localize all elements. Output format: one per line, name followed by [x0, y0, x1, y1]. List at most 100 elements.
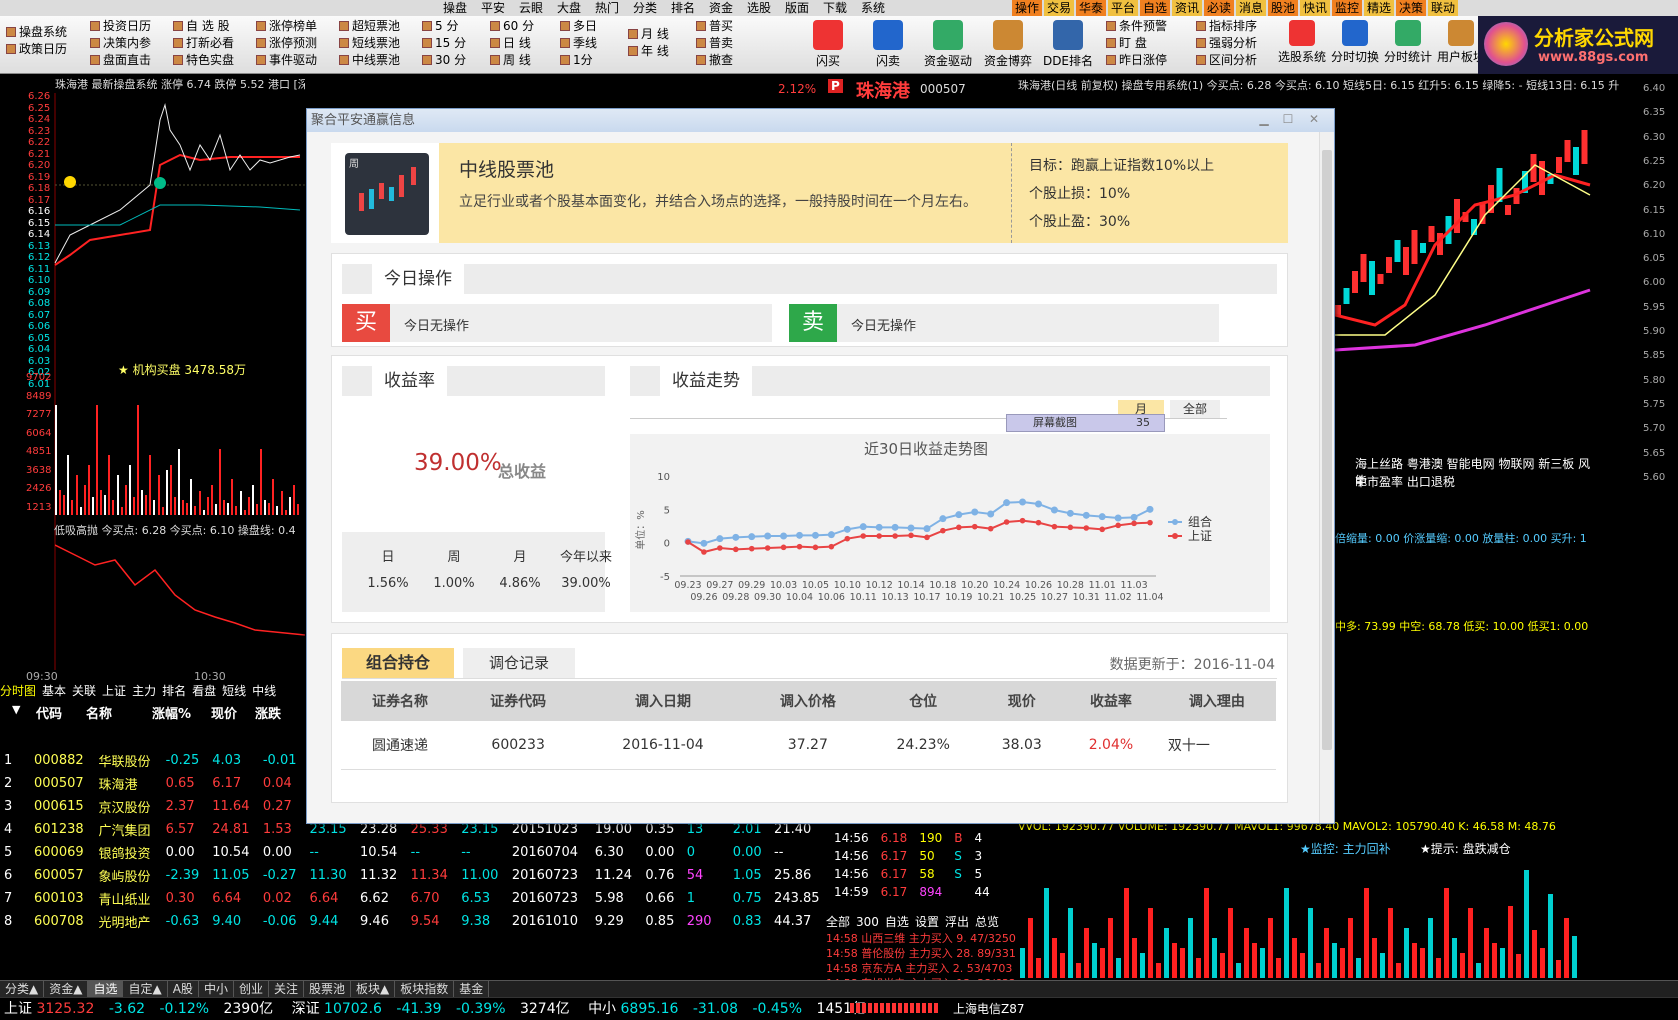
bottom-tab-2[interactable]: 自选: [88, 981, 124, 997]
menu-2[interactable]: 云眼: [519, 0, 543, 16]
menu-5[interactable]: 分类: [633, 0, 657, 16]
menu-9[interactable]: 版面: [785, 0, 809, 16]
toolbar-col1-1[interactable]: 政策日历: [6, 41, 67, 58]
menu-right-2[interactable]: 华泰: [1076, 0, 1107, 16]
col-header-2[interactable]: 涨幅%: [152, 703, 191, 722]
mid-tab-4[interactable]: 浮出: [945, 915, 969, 929]
col-header-1[interactable]: 名称: [86, 703, 112, 722]
toolbar-col8-2[interactable]: 1分: [560, 52, 597, 69]
left-tab-7[interactable]: 短线: [222, 684, 246, 698]
menu-right-1[interactable]: 交易: [1044, 0, 1075, 16]
bottom-tab-5[interactable]: 中小: [198, 981, 234, 997]
toolbar-col3-0[interactable]: 自 选 股: [173, 18, 234, 35]
toolbar-col11-0[interactable]: 条件预警: [1106, 18, 1167, 35]
tab-all[interactable]: 全部: [1170, 400, 1220, 418]
menu-right-10[interactable]: 监控: [1332, 0, 1363, 16]
table-row[interactable]: 8 600708 光明地产 -0.63 9.40 -0.06 9.44 9.46 9.54 9.3…: [0, 910, 830, 933]
menu-right-11[interactable]: 精选: [1364, 0, 1395, 16]
menu-0[interactable]: 操盘: [443, 0, 467, 16]
bottom-tab-10[interactable]: 板块指数: [395, 981, 455, 997]
menu-3[interactable]: 大盘: [557, 0, 581, 16]
toolbar-col11-1[interactable]: 盯 盘: [1106, 35, 1167, 52]
toolbar-big-2[interactable]: 资金驱动: [920, 20, 976, 69]
toolbar-col12-1[interactable]: 强弱分析: [1196, 35, 1257, 52]
menu-4[interactable]: 热门: [595, 0, 619, 16]
toolbar-col4-0[interactable]: 涨停榜单: [256, 18, 317, 35]
bottom-tab-6[interactable]: 创业: [233, 981, 269, 997]
left-tab-5[interactable]: 排名: [162, 684, 186, 698]
toolbar-col8-1[interactable]: 季线: [560, 35, 597, 52]
left-tab-1[interactable]: 基本: [42, 684, 66, 698]
toolbar-col2-1[interactable]: 决策内参: [90, 35, 151, 52]
left-tab-8[interactable]: 中线: [252, 684, 276, 698]
menu-8[interactable]: 选股: [747, 0, 771, 16]
news-item[interactable]: 14:58 山西三维 主力买入 9. 47/3250: [826, 931, 1016, 946]
toolbar-col2-2[interactable]: 盘面直击: [90, 52, 151, 69]
holdings-row[interactable]: 圆通速递 600233 2016-11-04 37.27 24.23% 38.03 2.04…: [341, 721, 1276, 770]
close-button[interactable]: ✕: [1304, 112, 1324, 127]
toolbar-col9-1[interactable]: 年 线: [628, 43, 669, 60]
toolbar-col10-0[interactable]: 普买: [696, 18, 733, 35]
left-tab-4[interactable]: 主力: [132, 684, 156, 698]
toolbar-col3-1[interactable]: 打新必看: [173, 35, 234, 52]
menu-right-5[interactable]: 资讯: [1172, 0, 1203, 16]
dialog-scrollbar[interactable]: [1319, 132, 1334, 823]
menu-right-3[interactable]: 平台: [1108, 0, 1139, 16]
toolbar-col5-2[interactable]: 中线票池: [339, 52, 400, 69]
toolbar-col12-0[interactable]: 指标排序: [1196, 18, 1257, 35]
menu-7[interactable]: 资金: [709, 0, 733, 16]
bottom-tab-3[interactable]: 自定▲: [123, 981, 168, 997]
toolbar-col4-2[interactable]: 事件驱动: [256, 52, 317, 69]
menu-right-12[interactable]: 决策: [1396, 0, 1427, 16]
toolbar-big2-0[interactable]: 选股系统: [1278, 20, 1326, 65]
bottom-tab-4[interactable]: A股: [167, 981, 199, 997]
scrollbar-thumb[interactable]: [1322, 150, 1332, 750]
bottom-tab-9[interactable]: 板块▲: [351, 981, 396, 997]
toolbar-col1-0[interactable]: 操盘系统: [6, 24, 67, 41]
mid-tab-5[interactable]: 总览: [975, 915, 999, 929]
toolbar-col7-1[interactable]: 日 线: [490, 35, 534, 52]
bottom-tab-8[interactable]: 股票池: [303, 981, 351, 997]
bottom-tab-0[interactable]: 分类▲: [0, 981, 45, 997]
mid-tab-3[interactable]: 设置: [915, 915, 939, 929]
toolbar-col7-2[interactable]: 周 线: [490, 52, 534, 69]
toolbar-col11-2[interactable]: 昨日涨停: [1106, 52, 1167, 69]
tab-holdings[interactable]: 组合持仓: [342, 648, 454, 678]
left-tab-6[interactable]: 看盘: [192, 684, 216, 698]
menu-right-9[interactable]: 快讯: [1300, 0, 1331, 16]
menu-right-4[interactable]: 自选: [1140, 0, 1171, 16]
col-header-4[interactable]: 涨跌: [255, 703, 281, 722]
menu-10[interactable]: 下载: [823, 0, 847, 16]
toolbar-big-4[interactable]: DDE排名: [1040, 20, 1096, 69]
table-row[interactable]: 6 600057 象屿股份 -2.39 11.05 -0.27 11.30 11.32 11.3…: [0, 864, 830, 887]
toolbar-col8-0[interactable]: 多日: [560, 18, 597, 35]
mid-tab-1[interactable]: 300: [856, 915, 879, 929]
toolbar-big-0[interactable]: 闪买: [800, 20, 856, 69]
tab-adjust-log[interactable]: 调仓记录: [463, 648, 575, 678]
toolbar-col5-0[interactable]: 超短票池: [339, 18, 400, 35]
maximize-button[interactable]: ☐: [1278, 112, 1298, 127]
bottom-tab-1[interactable]: 资金▲: [44, 981, 89, 997]
bottom-tab-11[interactable]: 基金: [454, 981, 490, 997]
toolbar-col7-0[interactable]: 60 分: [490, 18, 534, 35]
menu-right-8[interactable]: 股池: [1268, 0, 1299, 16]
menu-right-7[interactable]: 消息: [1236, 0, 1267, 16]
toolbar-col4-1[interactable]: 涨停预测: [256, 35, 317, 52]
left-tab-2[interactable]: 关联: [72, 684, 96, 698]
toolbar-big2-1[interactable]: 分时切换: [1331, 20, 1379, 65]
news-item[interactable]: 14:58 京东方A 主力买入 2. 53/4703: [826, 961, 1016, 976]
toolbar-big-3[interactable]: 资金博弈: [980, 20, 1036, 69]
toolbar-big-1[interactable]: 闪卖: [860, 20, 916, 69]
table-row[interactable]: 7 600103 青山纸业 0.30 6.64 0.02 6.64 6.62 6.70 6.53 2…: [0, 887, 830, 910]
news-item[interactable]: 14:58 普伦股份 主力买入 28. 89/331: [826, 946, 1016, 961]
toolbar-col9-0[interactable]: 月 线: [628, 26, 669, 43]
menu-right-13[interactable]: 联动: [1428, 0, 1459, 16]
toolbar-col10-2[interactable]: 撤查: [696, 52, 733, 69]
toolbar-col3-2[interactable]: 特色实盘: [173, 52, 234, 69]
toolbar-col6-1[interactable]: 15 分: [422, 35, 466, 52]
left-tab-0[interactable]: 分时图: [0, 684, 36, 698]
table-row[interactable]: 5 600069 银鸽投资 0.00 10.54 0.00 -- 10.54 -- -- 20160…: [0, 841, 830, 864]
mid-tab-0[interactable]: 全部: [826, 915, 850, 929]
bottom-tab-7[interactable]: 关注: [268, 981, 304, 997]
menu-6[interactable]: 排名: [671, 0, 695, 16]
